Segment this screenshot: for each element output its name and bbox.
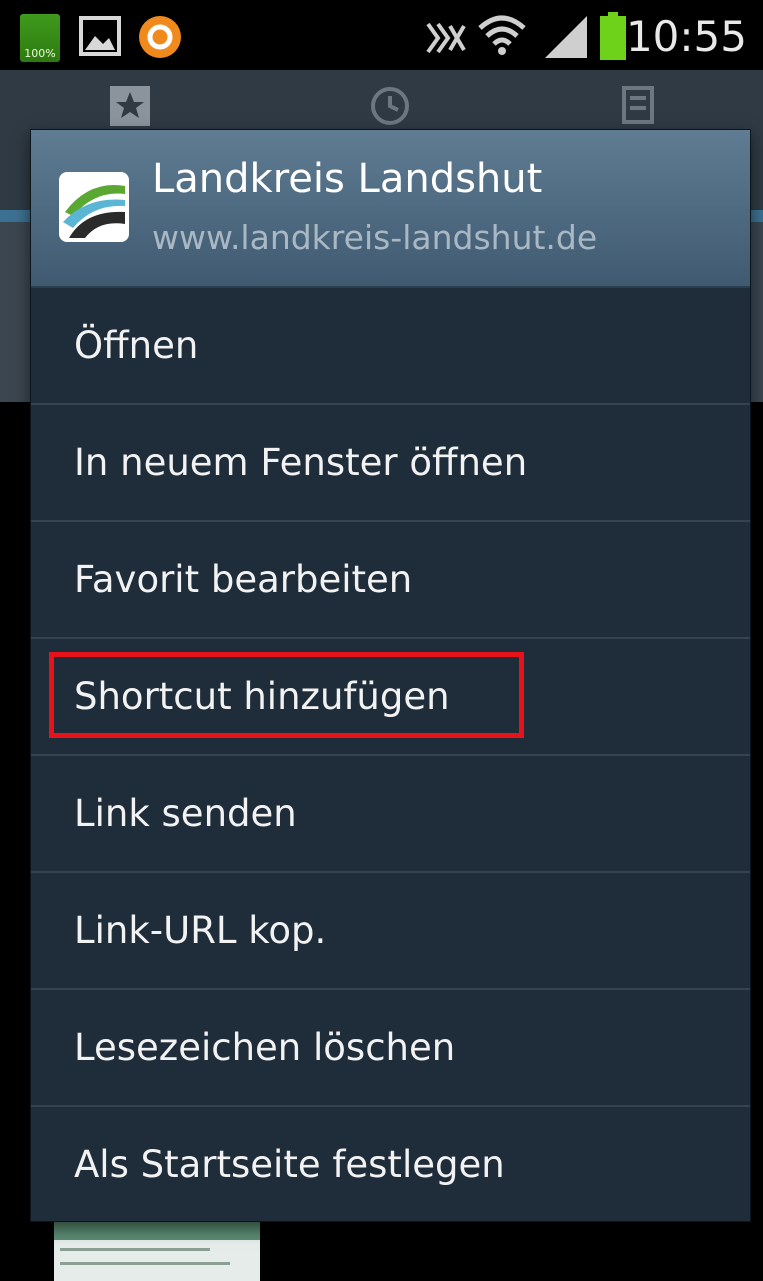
- menu-item-open-new-window[interactable]: In neuem Fenster öffnen: [31, 405, 750, 522]
- saved-pages-icon: [622, 86, 654, 124]
- menu-item-open[interactable]: Öffnen: [31, 288, 750, 405]
- menu-item-delete-bookmark[interactable]: Lesezeichen löschen: [31, 990, 750, 1107]
- battery-percent: 100%: [24, 47, 56, 60]
- menu-item-label: Lesezeichen löschen: [74, 1026, 456, 1069]
- menu-item-label: Als Startseite festlegen: [74, 1143, 505, 1186]
- app-circle-icon: [139, 16, 181, 58]
- site-title: Landkreis Landshut: [152, 156, 543, 202]
- nfc-icon: [426, 22, 466, 54]
- bookmark-context-menu: Landkreis Landshut www.landkreis-landshu…: [31, 130, 750, 1221]
- menu-item-label: Favorit bearbeiten: [74, 558, 413, 601]
- highlight-annotation: [49, 652, 524, 738]
- star-icon: [110, 86, 150, 126]
- menu-item-set-homepage[interactable]: Als Startseite festlegen: [31, 1107, 750, 1222]
- menu-list: Öffnen In neuem Fenster öffnen Favorit b…: [31, 288, 750, 1222]
- menu-item-send-link[interactable]: Link senden: [31, 756, 750, 873]
- wifi-icon: [478, 15, 526, 55]
- signal-icon: [545, 16, 587, 58]
- battery-icon: 100%: [20, 14, 60, 62]
- landkreis-logo-icon: [63, 185, 125, 238]
- menu-item-label: In neuem Fenster öffnen: [74, 441, 528, 484]
- menu-item-label: Öffnen: [74, 324, 199, 367]
- menu-item-label: Link-URL kop.: [74, 909, 327, 952]
- thumbnail-line: [60, 1262, 230, 1265]
- menu-item-label: Link senden: [74, 792, 297, 835]
- bookmark-thumbnail: [54, 1218, 260, 1281]
- menu-item-copy-link-url[interactable]: Link-URL kop.: [31, 873, 750, 990]
- image-icon: [79, 16, 121, 56]
- thumbnail-line: [60, 1248, 210, 1251]
- battery-icon: [600, 12, 626, 60]
- menu-item-edit-favorite[interactable]: Favorit bearbeiten: [31, 522, 750, 639]
- clock: 10:55: [625, 12, 747, 61]
- site-favicon: [59, 172, 129, 242]
- dialog-header: Landkreis Landshut www.landkreis-landshu…: [31, 130, 750, 288]
- site-url: www.landkreis-landshut.de: [152, 218, 598, 257]
- history-icon: [371, 87, 409, 125]
- status-bar: 100% 10:55: [0, 0, 763, 70]
